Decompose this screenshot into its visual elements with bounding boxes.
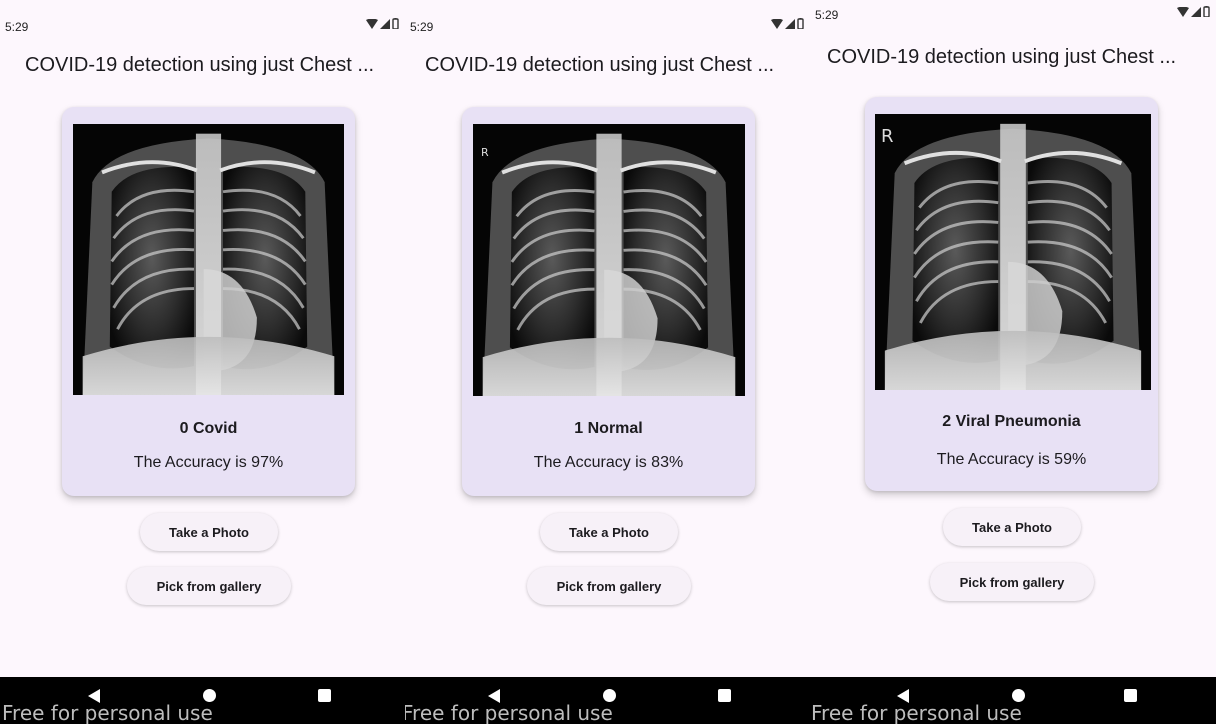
result-label: 1 Normal	[574, 420, 643, 437]
prediction-card: 0 Covid The Accuracy is 97%	[62, 107, 355, 496]
navigation-bar: Free for personal use	[0, 677, 405, 724]
app-title: COVID-19 detection using just Chest ...	[827, 46, 1177, 68]
status-icons	[1177, 6, 1210, 17]
status-bar: 5:29	[405, 6, 810, 34]
status-bar: 5:29	[810, 0, 1216, 24]
recent-apps-icon[interactable]	[318, 689, 331, 702]
status-time: 5:29	[5, 20, 29, 34]
watermark: Free for personal use	[2, 701, 213, 724]
app-title: COVID-19 detection using just Chest ...	[25, 54, 375, 76]
prediction-card: R 1 Normal The Accuracy is 83%	[462, 107, 755, 496]
status-icons	[366, 18, 399, 29]
watermark: Free for personal use	[811, 701, 1022, 724]
result-label: 0 Covid	[179, 420, 238, 437]
signal-icon	[785, 18, 795, 29]
screen-covid: 5:29 COVID-19 detection using just Chest…	[0, 0, 405, 724]
navigation-bar: Free for personal use	[405, 677, 810, 724]
xray-side-marker: R	[481, 146, 489, 159]
app-title: COVID-19 detection using just Chest ...	[425, 54, 775, 76]
accuracy-text: The Accuracy is 59%	[936, 451, 1087, 468]
status-icons	[771, 18, 804, 29]
watermark: Free for personal use	[405, 701, 613, 724]
screen-normal: 5:29 COVID-19 detection using just Chest…	[405, 0, 810, 724]
result-label: 2 Viral Pneumonia	[942, 413, 1081, 430]
xray-image	[73, 124, 344, 395]
pick-from-gallery-button[interactable]: Pick from gallery	[930, 563, 1094, 601]
battery-icon	[392, 18, 399, 29]
status-time: 5:29	[410, 20, 434, 34]
pick-from-gallery-button[interactable]: Pick from gallery	[127, 567, 291, 605]
xray-image: R	[473, 124, 745, 396]
battery-icon	[1203, 6, 1210, 17]
battery-icon	[797, 18, 804, 29]
wifi-icon	[1177, 6, 1189, 17]
wifi-icon	[771, 18, 783, 29]
navigation-bar: Free for personal use	[810, 677, 1216, 724]
wifi-icon	[366, 18, 378, 29]
recent-apps-icon[interactable]	[718, 689, 731, 702]
take-photo-button[interactable]: Take a Photo	[943, 508, 1081, 546]
signal-icon	[380, 18, 390, 29]
prediction-card: R 2 Viral Pneumonia The Accuracy is 59%	[865, 97, 1158, 491]
status-time: 5:29	[815, 8, 839, 22]
screen-viral-pneumonia: 5:29 COVID-19 detection using just Chest…	[810, 0, 1216, 724]
xray-image: R	[875, 114, 1151, 390]
xray-side-marker: R	[881, 126, 894, 147]
take-photo-button[interactable]: Take a Photo	[540, 513, 678, 551]
take-photo-button[interactable]: Take a Photo	[140, 513, 278, 551]
recent-apps-icon[interactable]	[1124, 689, 1137, 702]
signal-icon	[1191, 6, 1201, 17]
accuracy-text: The Accuracy is 97%	[133, 454, 284, 471]
accuracy-text: The Accuracy is 83%	[533, 454, 684, 471]
status-bar: 5:29	[0, 6, 405, 34]
pick-from-gallery-button[interactable]: Pick from gallery	[527, 567, 691, 605]
